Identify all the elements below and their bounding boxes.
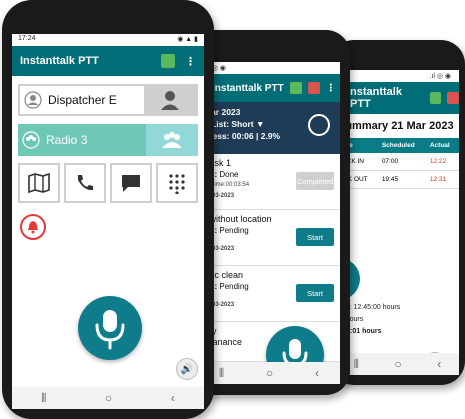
status-icons: ◉ ▲ ▮ [177,36,198,43]
cell-scheduled: 07:00 [379,153,428,171]
person-icon [24,91,42,109]
phone-back-right: .ıl ◎ ◉ nstanttalk PTT Summary 21 Mar 20… [330,40,465,385]
phone-front: 17:24 ◉ ▲ ▮ Instanttalk PTT ⋮ Dispatcher… [2,0,214,419]
more-menu-icon[interactable]: ⋮ [185,55,196,68]
map-button[interactable] [18,163,60,203]
back-icon[interactable]: ‹ [171,391,175,405]
col-scheduled: Scheduled [379,138,428,153]
status-value: Done [219,170,239,179]
task-item[interactable]: sk without location atus: Pending e:21-0… [198,210,340,266]
app-title: nstanttalk PTT [350,86,402,110]
task-item[interactable]: C task 1 atus: Done osed time:00:03:54 e… [198,154,340,210]
status-bar: 17:24 ◉ ▲ ▮ [12,34,204,46]
status-value: Pending [219,226,249,235]
phone3-screen: .ıl ◎ ◉ nstanttalk PTT Summary 21 Mar 20… [336,70,459,375]
nav-bar: ⫴ ○ ‹ [336,353,459,375]
channel-name: Radio 3 [46,133,88,147]
group-icon [22,131,40,149]
task-name: C task 1 [198,158,232,168]
stage: .ıl ◎ ◉ nstanttalk PTT Summary 21 Mar 20… [0,0,465,419]
map-icon [28,172,50,194]
task-item[interactable]: dHoc clean atus: Pending e:21-03-2023 St… [198,266,340,322]
status-time: 17:24 [18,35,36,42]
sos-icon[interactable] [307,82,320,94]
dispatcher-icon [161,91,179,110]
message-icon [122,175,140,192]
recents-icon[interactable]: ⫴ [41,391,46,406]
speaker-icon[interactable]: 🔊 [176,358,198,380]
task-name: dHoc clean [198,270,244,280]
ptt-mic-button[interactable] [78,296,142,360]
mic-icon [95,310,125,350]
cell-actual: 12:22 [427,153,459,171]
nav-bar: ⫴ ○ ‹ [12,387,204,409]
status-value: Pending [219,282,249,291]
phone-middle: 24 ◎ ◉ Instanttalk PTT ⋮ Mar 2023 klList… [190,30,350,395]
recents-icon[interactable]: ⫴ [354,357,359,372]
table-row: LOCK IN 07:00 12:22 [336,153,459,171]
phone-call-icon [78,175,93,191]
table-row: OCK OUT 19:45 12:31 [336,170,459,189]
start-button[interactable]: Start [296,228,334,246]
back-icon[interactable]: ‹ [315,366,319,380]
channel-selector[interactable]: Radio 3 [18,124,146,156]
channel-row[interactable]: Radio 3 [18,124,198,156]
back-icon[interactable]: ‹ [437,357,441,371]
dialpad-button[interactable] [156,163,198,203]
start-button[interactable]: Start [296,284,334,302]
home-icon[interactable]: ○ [266,366,273,380]
app-titlebar: nstanttalk PTT [336,82,459,114]
dialpad-icon [169,174,185,194]
phone1-screen: 17:24 ◉ ▲ ▮ Instanttalk PTT ⋮ Dispatcher… [12,34,204,409]
task-date: e:21-03-2023 [198,193,235,199]
group-button[interactable] [146,124,198,156]
status-bar: 24 ◎ ◉ [198,62,340,74]
contacts-icon[interactable] [429,92,442,104]
team-icon [162,132,182,148]
bell-icon [28,221,38,234]
action-buttons [18,163,198,203]
cell-actual: 12:31 [427,170,459,189]
app-title: Instanttalk PTT [212,82,284,94]
nav-bar: ⫴ ○ ‹ [198,362,340,384]
cell-scheduled: 19:45 [379,170,428,189]
completed-button[interactable]: Completed [296,172,334,190]
contact-row[interactable]: Dispatcher E [18,84,198,116]
app-title: Instanttalk PTT [20,55,99,67]
home-icon[interactable]: ○ [394,357,401,371]
tasklist-header: Mar 2023 klList: Short ▼ gress: 00:06 | … [198,102,340,154]
message-button[interactable] [110,163,152,203]
dispatcher-button[interactable] [144,86,196,114]
task-name: sk without location [198,214,272,224]
more-menu-icon[interactable]: ⋮ [326,83,336,94]
sos-icon[interactable] [447,92,459,104]
contact-selector[interactable]: Dispatcher E [20,86,144,114]
phone2-screen: 24 ◎ ◉ Instanttalk PTT ⋮ Mar 2023 klList… [198,62,340,384]
contacts-icon[interactable] [161,54,175,68]
contacts-icon[interactable] [289,82,302,94]
timer-logo-icon [308,114,330,136]
status-bar: .ıl ◎ ◉ [429,73,451,80]
recents-icon[interactable]: ⫴ [219,366,224,381]
attendance-table: Type Scheduled Actual LOCK IN 07:00 12:2… [336,138,459,189]
summary-title: Summary 21 Mar 2023 [338,120,454,132]
home-icon[interactable]: ○ [105,391,112,405]
emergency-alarm-button[interactable] [20,214,46,240]
contact-name: Dispatcher E [48,93,117,107]
app-titlebar: Instanttalk PTT ⋮ [198,74,340,102]
col-actual: Actual [427,138,459,153]
app-titlebar: Instanttalk PTT ⋮ [12,46,204,76]
call-button[interactable] [64,163,106,203]
